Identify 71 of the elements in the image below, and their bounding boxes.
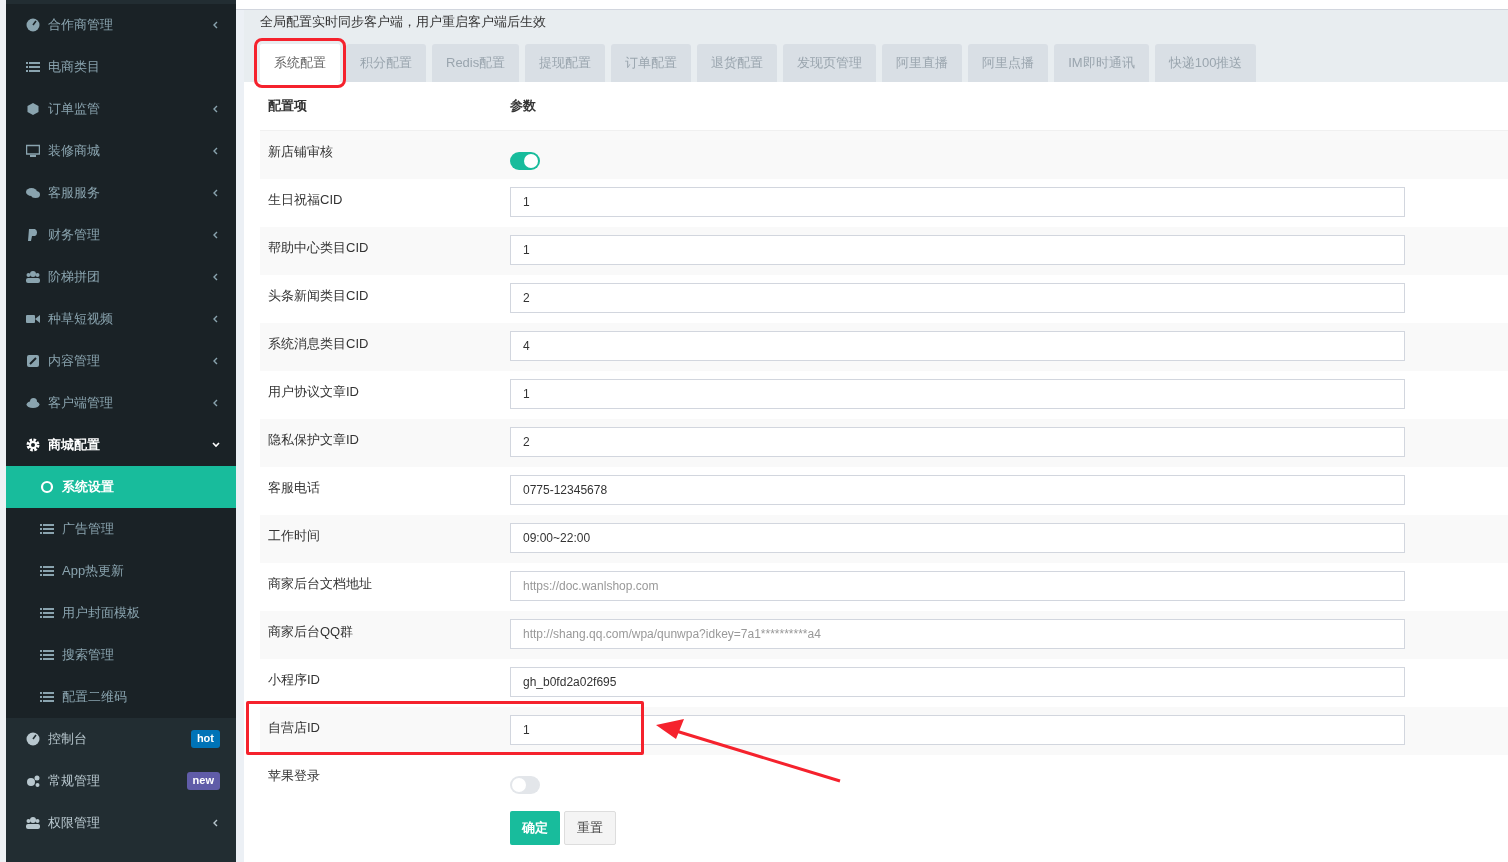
text-field[interactable]: http://shang.qq.com/wpa/qunwpa?idkey=7a1**********a4: [510, 619, 1405, 649]
sidebar-item[interactable]: 电商类目: [6, 46, 236, 88]
sidebar-item[interactable]: 装修商城: [6, 130, 236, 172]
gauge-icon: [26, 732, 40, 746]
setting-label: 系统消息类目CID: [268, 336, 369, 351]
sidebar-item[interactable]: 常规管理 new: [6, 760, 236, 802]
circle-icon: [40, 480, 54, 494]
setting-label: 生日祝福CID: [268, 192, 343, 207]
sidebar-item[interactable]: 商城配置: [6, 424, 236, 466]
sidebar-item[interactable]: 订单监管: [6, 88, 236, 130]
badge: hot: [190, 730, 220, 748]
submenu-item[interactable]: 配置二维码: [6, 676, 236, 718]
sidebar-item[interactable]: 控制台 hot: [6, 718, 236, 760]
sidebar-item[interactable]: 阶梯拼团: [6, 256, 236, 298]
sidebar-item[interactable]: 内容管理: [6, 340, 236, 382]
list-icon: [40, 606, 54, 620]
submenu-item[interactable]: App热更新: [6, 550, 236, 592]
video-camera-icon: [26, 312, 40, 326]
cloud-icon: [26, 396, 40, 410]
text-field[interactable]: 1: [510, 235, 1405, 265]
users-icon: [26, 270, 40, 284]
gauge-icon: [26, 18, 40, 32]
sidebar-item[interactable]: 种草短视频: [6, 298, 236, 340]
sidebar-item[interactable]: 财务管理: [6, 214, 236, 256]
text-field[interactable]: 1: [510, 379, 1405, 409]
text-field[interactable]: gh_b0fd2a02f695: [510, 667, 1405, 697]
submenu-item[interactable]: 搜索管理: [6, 634, 236, 676]
notice-text: 全局配置实时同步客户端，用户重启客户端后生效: [260, 14, 547, 29]
text-field[interactable]: https://doc.wanlshop.com: [510, 571, 1405, 601]
setting-label: 工作时间: [268, 528, 320, 543]
submenu-item[interactable]: 用户封面模板: [6, 592, 236, 634]
list-icon: [40, 690, 54, 704]
setting-label: 小程序ID: [268, 672, 320, 687]
sidebar-item[interactable]: 客服服务: [6, 172, 236, 214]
text-field[interactable]: 0775-12345678: [510, 475, 1405, 505]
setting-label: 商家后台文档地址: [268, 576, 372, 591]
sidebar-item[interactable]: 合作商管理: [6, 4, 236, 46]
list-icon: [26, 60, 40, 74]
text-field[interactable]: 1: [510, 715, 1405, 745]
hexagon-icon: [26, 102, 40, 116]
toggle-switch[interactable]: [510, 776, 540, 794]
sidebar-item[interactable]: 权限管理: [6, 802, 236, 844]
toggle-switch[interactable]: [510, 152, 540, 170]
users-icon: [26, 816, 40, 830]
reset-button[interactable]: 重置: [564, 811, 616, 845]
setting-label: 帮助中心类目CID: [268, 240, 369, 255]
monitor-icon: [26, 144, 40, 158]
sidebar-item[interactable]: 客户端管理: [6, 382, 236, 424]
badge: new: [186, 772, 220, 790]
chat-icon: [26, 186, 40, 200]
setting-label: 用户协议文章ID: [268, 384, 359, 399]
column-header: 参数: [510, 97, 536, 116]
list-icon: [40, 564, 54, 578]
setting-label: 新店铺审核: [268, 144, 333, 159]
text-field[interactable]: 2: [510, 283, 1405, 313]
edit-icon: [26, 354, 40, 368]
submenu-item[interactable]: 广告管理: [6, 508, 236, 550]
gear-icon: [26, 438, 40, 452]
setting-label: 隐私保护文章ID: [268, 432, 359, 447]
text-field[interactable]: 4: [510, 331, 1405, 361]
setting-label: 商家后台QQ群: [268, 624, 354, 639]
list-icon: [40, 522, 54, 536]
setting-label: 客服电话: [268, 480, 320, 495]
setting-label: 自营店ID: [268, 720, 320, 735]
setting-label: 苹果登录: [268, 768, 320, 783]
text-field[interactable]: 2: [510, 427, 1405, 457]
text-field[interactable]: 1: [510, 187, 1405, 217]
setting-label: 头条新闻类目CID: [268, 288, 369, 303]
list-icon: [40, 648, 54, 662]
text-field[interactable]: 09:00~22:00: [510, 523, 1405, 553]
column-header: 配置项: [267, 97, 308, 116]
